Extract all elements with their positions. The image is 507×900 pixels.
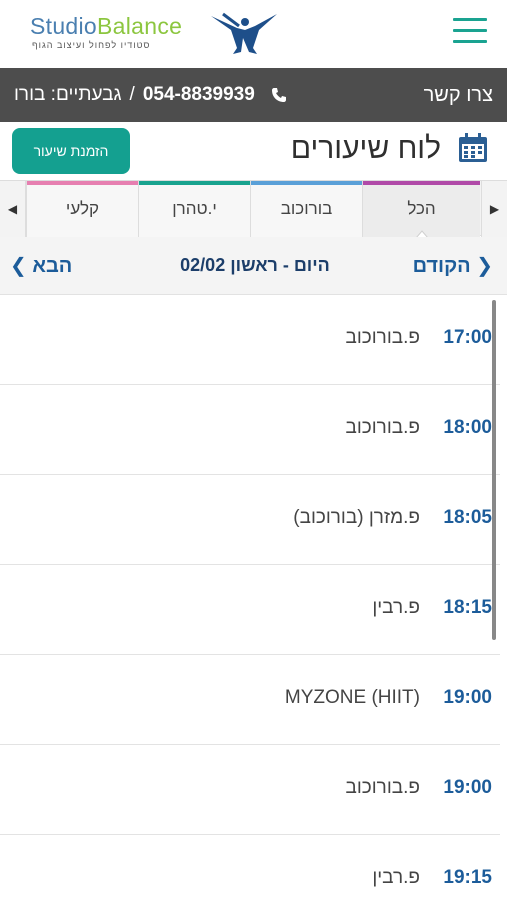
class-name: MYZONE (HIIT) — [284, 687, 420, 708]
tab-label: קלעי — [65, 199, 100, 218]
class-name: פ.רבין — [372, 597, 420, 618]
tabs-scroll-left-icon[interactable]: ◀ — [0, 181, 26, 237]
tab-label: בורוכוב — [280, 199, 333, 218]
class-schedule-list: 17:00 פ.בורוכוב 18:00 פ.בורוכוב 18:05 פ.… — [0, 295, 500, 900]
tab-y-teheran[interactable]: י.טהרן — [138, 181, 250, 237]
tabs-scroll-right-icon[interactable]: ▶ — [481, 181, 507, 237]
logo-wordmark: StudioBalance — [30, 13, 183, 39]
schedule-row[interactable]: 18:00 פ.בורוכוב — [0, 385, 500, 475]
branch-label: גבעתיים: בורו — [14, 84, 122, 105]
schedule-row[interactable]: 19:15 פ.רבין — [0, 835, 500, 900]
tab-kalai[interactable]: קלעי — [26, 181, 138, 237]
class-name: פ.מזרן (בורוכוב) — [293, 507, 420, 528]
phone-icon — [271, 88, 286, 102]
schedule-row[interactable]: 19:00 פ.בורוכוב — [0, 745, 500, 835]
chevron-left-icon: ❮ — [10, 255, 27, 277]
tab-all[interactable]: הכל — [362, 181, 480, 238]
tab-label: הכל — [407, 199, 436, 218]
contact-us-link[interactable]: צרו קשר — [424, 84, 493, 107]
menu-icon[interactable] — [453, 18, 487, 46]
branch-tabs: ◀ קלעי י.טהרן בורוכוב הכל ▶ — [0, 180, 507, 238]
tab-label: י.טהרן — [172, 199, 217, 218]
class-time: 19:00 — [443, 687, 492, 708]
class-name: פ.בורוכוב — [345, 417, 420, 438]
tab-borochov[interactable]: בורוכוב — [250, 181, 362, 237]
dancer-figure-icon — [211, 12, 277, 54]
date-navigation: ❮ הבא היום - ראשון 02/02 הקודם ❯ — [0, 237, 507, 295]
current-date: היום - ראשון 02/02 — [180, 255, 330, 275]
class-time: 17:00 — [443, 327, 492, 348]
studio-balance-logo[interactable]: StudioBalance סטודיו לפחול ועיצוב הגוף — [20, 8, 290, 58]
class-name: פ.בורוכוב — [345, 327, 420, 348]
contact-info: 054-8839939 / גבעתיים: בורו — [14, 84, 287, 106]
book-class-button[interactable]: הזמנת שיעור — [12, 128, 130, 174]
phone-number[interactable]: 054-8839939 — [143, 84, 255, 106]
schedule-row[interactable]: 19:00 MYZONE (HIIT) — [0, 655, 500, 745]
separator: / — [129, 84, 135, 105]
list-scrollbar[interactable] — [492, 300, 496, 640]
class-time: 19:15 — [443, 867, 492, 888]
next-day-link[interactable]: ❮ הבא — [10, 253, 72, 278]
class-time: 19:00 — [443, 777, 492, 798]
calendar-icon — [459, 133, 487, 162]
previous-day-link[interactable]: הקודם ❯ — [413, 253, 493, 278]
schedule-row[interactable]: 18:15 פ.רבין — [0, 565, 500, 655]
contact-bar: צרו קשר 054-8839939 / גבעתיים: בורו — [0, 68, 507, 122]
next-label: הבא — [32, 255, 73, 277]
title-row: הזמנת שיעור לוח שיעורים — [0, 122, 507, 180]
class-time: 18:05 — [443, 507, 492, 528]
page-title: לוח שיעורים — [290, 132, 441, 165]
schedule-row[interactable]: 17:00 פ.בורוכוב — [0, 295, 500, 385]
app-header: StudioBalance סטודיו לפחול ועיצוב הגוף — [0, 0, 507, 68]
prev-label: הקודם — [412, 255, 471, 277]
chevron-right-icon: ❯ — [476, 255, 493, 277]
class-time: 18:15 — [443, 597, 492, 618]
class-name: פ.רבין — [372, 867, 420, 888]
logo-tagline: סטודיו לפחול ועיצוב הגוף — [32, 40, 151, 50]
class-time: 18:00 — [443, 417, 492, 438]
schedule-row[interactable]: 18:05 פ.מזרן (בורוכוב) — [0, 475, 500, 565]
class-name: פ.בורוכוב — [345, 777, 420, 798]
